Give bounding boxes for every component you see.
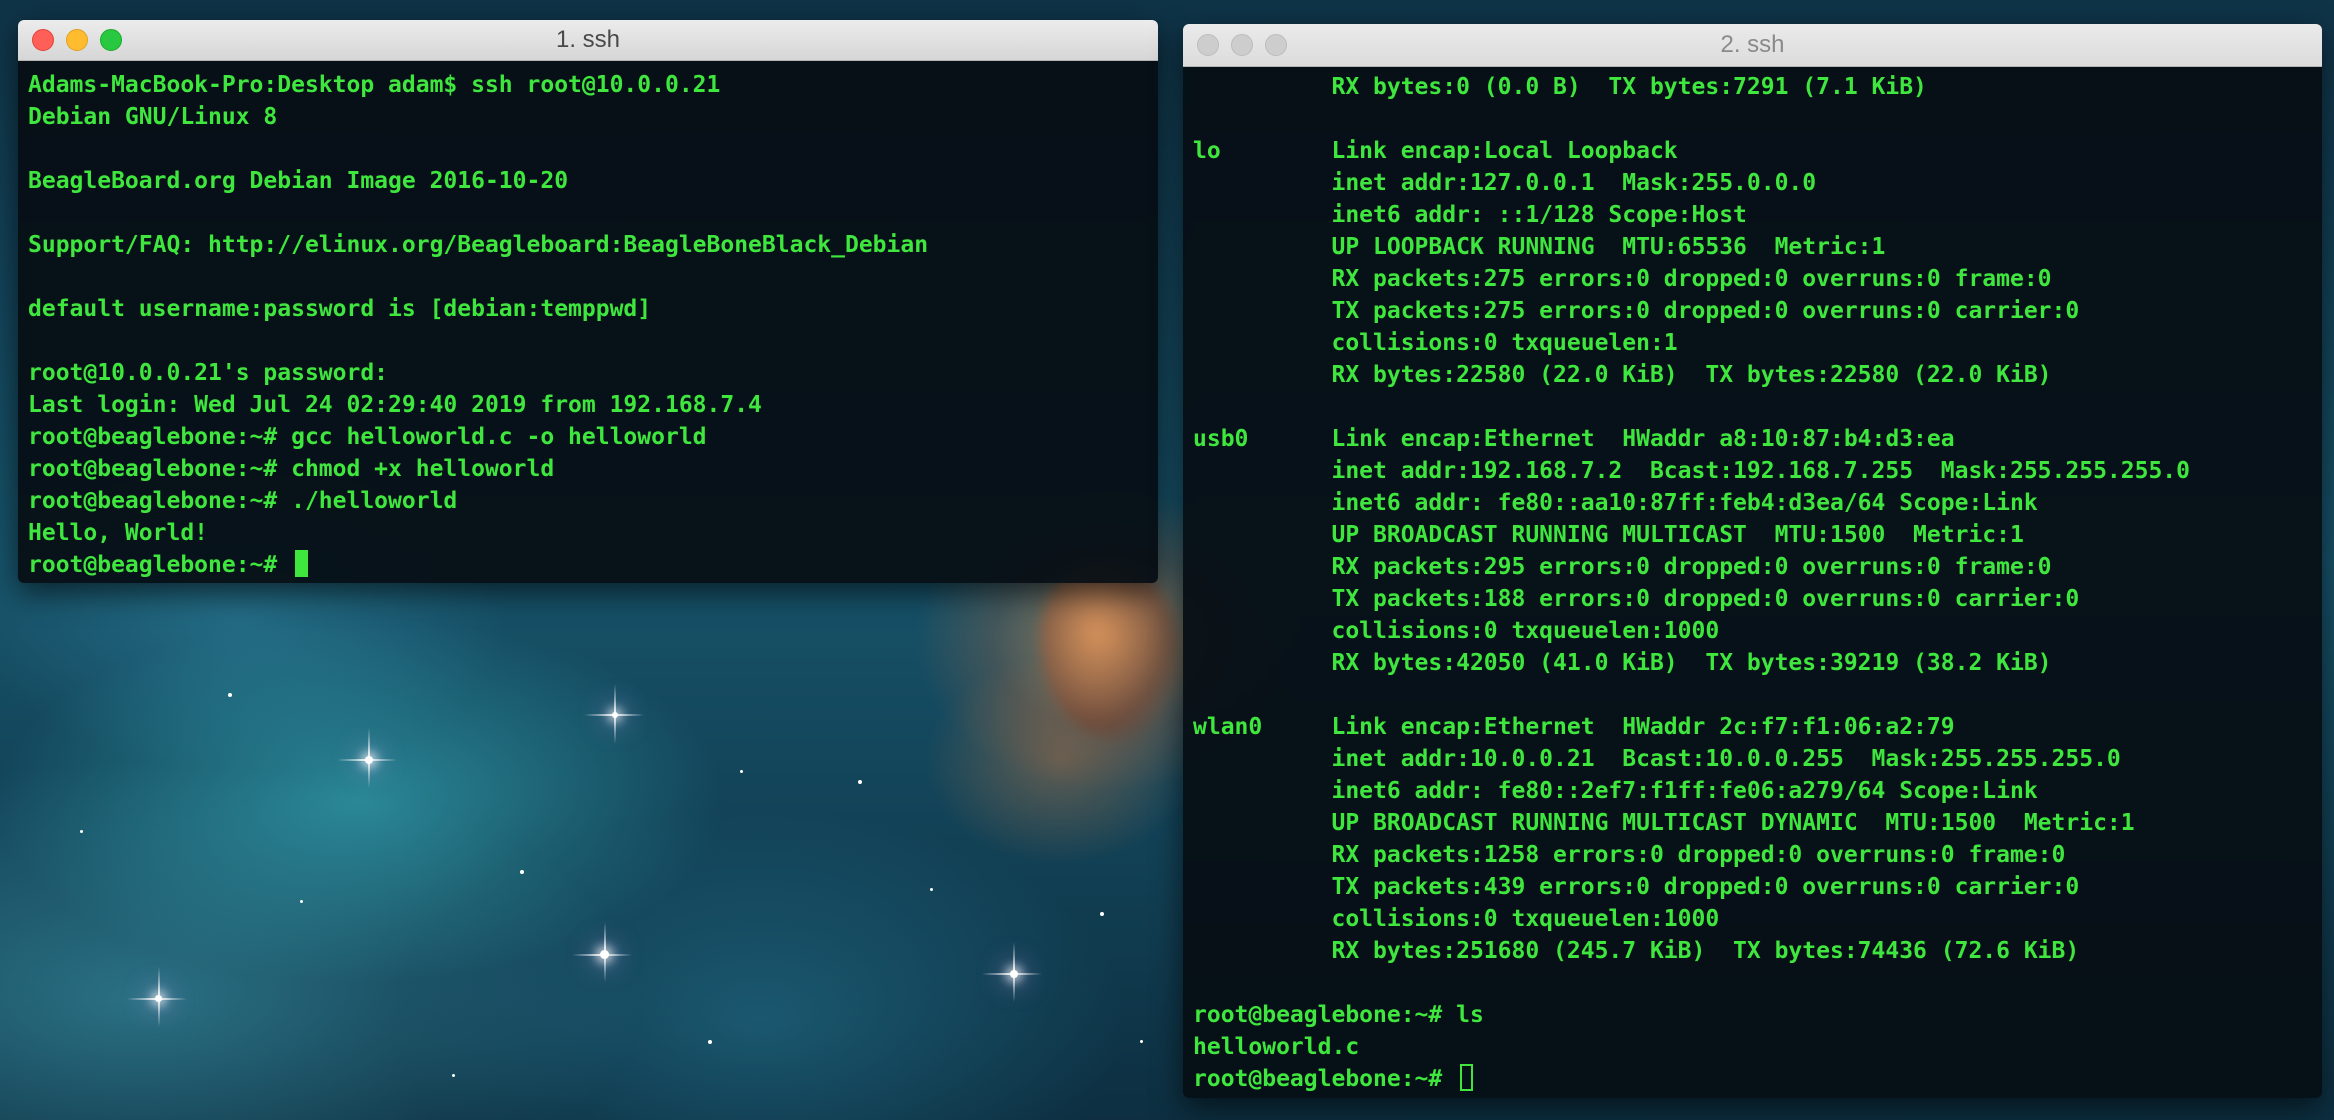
star-decoration xyxy=(572,922,632,982)
terminal-line: BeagleBoard.org Debian Image 2016-10-20 xyxy=(28,168,569,194)
terminal-line: helloworld.c xyxy=(1193,1034,1360,1060)
terminal-line: inet6 addr: fe80::2ef7:f1ff:fe06:a279/64… xyxy=(1193,778,2038,804)
terminal-line: collisions:0 txqueuelen:1000 xyxy=(1193,906,1720,932)
terminal-line: inet6 addr: ::1/128 Scope:Host xyxy=(1193,202,1747,228)
terminal-output[interactable]: Adams-MacBook-Pro:Desktop adam$ ssh root… xyxy=(18,61,1158,581)
terminal-cursor xyxy=(295,550,309,577)
star-decoration xyxy=(708,1040,712,1044)
terminal-line: UP LOOPBACK RUNNING MTU:65536 Metric:1 xyxy=(1193,234,1886,260)
window-titlebar[interactable]: 1. ssh xyxy=(18,20,1158,61)
star-decoration xyxy=(982,942,1042,1002)
terminal-line: RX packets:295 errors:0 dropped:0 overru… xyxy=(1193,554,2052,580)
terminal-line: default username:password is [debian:tem… xyxy=(28,296,652,322)
prompt-line[interactable]: root@beaglebone:~# xyxy=(1193,1063,2322,1095)
terminal-line: Support/FAQ: http://elinux.org/Beagleboa… xyxy=(28,232,929,258)
terminal-line: RX bytes:22580 (22.0 KiB) TX bytes:22580… xyxy=(1193,362,2052,388)
terminal-line: usb0 Link encap:Ethernet HWaddr a8:10:87… xyxy=(1193,426,1955,452)
star-decoration xyxy=(1100,912,1104,916)
terminal-line: RX packets:1258 errors:0 dropped:0 overr… xyxy=(1193,842,2066,868)
terminal-line: Last login: Wed Jul 24 02:29:40 2019 fro… xyxy=(28,392,762,418)
prompt-line[interactable]: root@beaglebone:~# xyxy=(28,549,1158,581)
shell-prompt: root@beaglebone:~# xyxy=(1193,1066,1457,1092)
terminal-window-1[interactable]: 1. ssh Adams-MacBook-Pro:Desktop adam$ s… xyxy=(18,20,1158,583)
window-title: 2. ssh xyxy=(1720,31,1785,58)
terminal-line: root@beaglebone:~# ls xyxy=(1193,1002,1484,1028)
terminal-line: inet6 addr: fe80::aa10:87ff:feb4:d3ea/64… xyxy=(1193,490,2038,516)
terminal-line: RX bytes:42050 (41.0 KiB) TX bytes:39219… xyxy=(1193,650,2052,676)
star-decoration xyxy=(80,830,83,833)
terminal-line: Debian GNU/Linux 8 xyxy=(28,104,278,130)
star-decoration xyxy=(520,870,524,874)
terminal-line: root@beaglebone:~# ./helloworld xyxy=(28,488,458,514)
terminal-line: Adams-MacBook-Pro:Desktop adam$ ssh root… xyxy=(28,72,721,98)
terminal-line: root@beaglebone:~# chmod +x helloworld xyxy=(28,456,555,482)
star-decoration xyxy=(740,770,743,773)
terminal-line: inet addr:10.0.0.21 Bcast:10.0.0.255 Mas… xyxy=(1193,746,2121,772)
terminal-line: RX bytes:251680 (245.7 KiB) TX bytes:744… xyxy=(1193,938,2080,964)
terminal-line: root@10.0.0.21's password: xyxy=(28,360,389,386)
terminal-line: inet addr:192.168.7.2 Bcast:192.168.7.25… xyxy=(1193,458,2190,484)
star-decoration xyxy=(452,1074,455,1077)
star-decoration xyxy=(337,728,397,788)
terminal-line: wlan0 Link encap:Ethernet HWaddr 2c:f7:f… xyxy=(1193,714,1955,740)
star-decoration xyxy=(127,967,187,1027)
terminal-line: Hello, World! xyxy=(28,520,209,546)
window-title: 1. ssh xyxy=(555,26,621,53)
terminal-line: inet addr:127.0.0.1 Mask:255.0.0.0 xyxy=(1193,170,1817,196)
terminal-line: collisions:0 txqueuelen:1000 xyxy=(1193,618,1720,644)
star-decoration xyxy=(228,693,232,697)
terminal-line: collisions:0 txqueuelen:1 xyxy=(1193,330,1678,356)
star-decoration xyxy=(300,900,303,903)
terminal-line: TX packets:439 errors:0 dropped:0 overru… xyxy=(1193,874,2080,900)
star-decoration xyxy=(1140,1040,1143,1043)
nebula-decoration xyxy=(1040,560,1180,740)
terminal-line: root@beaglebone:~# gcc helloworld.c -o h… xyxy=(28,424,707,450)
star-decoration xyxy=(858,780,862,784)
window-titlebar[interactable]: 2. ssh xyxy=(1183,24,2322,67)
star-decoration xyxy=(930,888,933,891)
terminal-cursor xyxy=(1460,1064,1474,1091)
terminal-line: RX bytes:0 (0.0 B) TX bytes:7291 (7.1 Ki… xyxy=(1193,74,1927,100)
terminal-line: RX packets:275 errors:0 dropped:0 overru… xyxy=(1193,266,2052,292)
terminal-line: TX packets:275 errors:0 dropped:0 overru… xyxy=(1193,298,2080,324)
terminal-line: lo Link encap:Local Loopback xyxy=(1193,138,1678,164)
star-decoration xyxy=(584,684,644,744)
terminal-line: UP BROADCAST RUNNING MULTICAST DYNAMIC M… xyxy=(1193,810,2135,836)
terminal-window-2[interactable]: 2. ssh RX bytes:0 (0.0 B) TX bytes:7291 … xyxy=(1183,24,2322,1098)
terminal-output[interactable]: RX bytes:0 (0.0 B) TX bytes:7291 (7.1 Ki… xyxy=(1183,67,2322,1095)
shell-prompt: root@beaglebone:~# xyxy=(28,552,292,578)
terminal-line: UP BROADCAST RUNNING MULTICAST MTU:1500 … xyxy=(1193,522,2024,548)
terminal-line: TX packets:188 errors:0 dropped:0 overru… xyxy=(1193,586,2080,612)
